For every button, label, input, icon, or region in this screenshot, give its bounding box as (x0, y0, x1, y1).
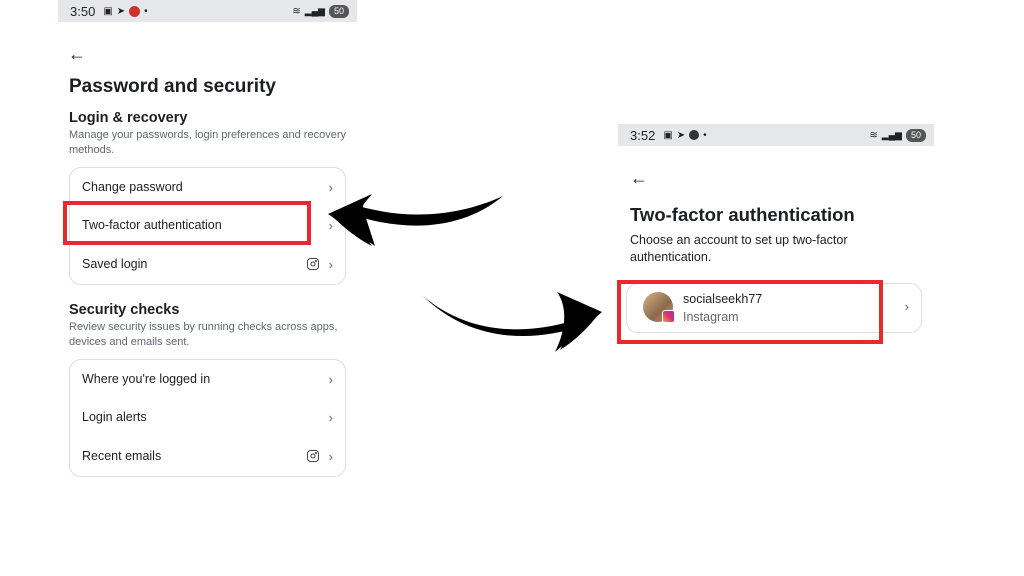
chevron-right-icon: › (328, 179, 333, 195)
login-section-description: Manage your passwords, login preferences… (69, 129, 346, 156)
chevron-right-icon: › (328, 409, 333, 425)
item-label: Where you're logged in (82, 372, 211, 386)
two-factor-highlight-box (63, 201, 311, 245)
dot-icon: • (144, 5, 148, 17)
security-section-heading: Security checks (69, 302, 180, 318)
back-arrow-icon[interactable]: ← (630, 168, 648, 189)
signal-icon: ▂▄▆ (881, 129, 902, 140)
page-title: Two-factor authentication (630, 204, 855, 225)
notification-icons: ▣ ➤ • (103, 5, 148, 17)
whatsapp-icon (689, 130, 700, 140)
status-time: 3:50 (70, 3, 96, 19)
instagram-icon (306, 258, 319, 270)
chevron-right-icon: › (328, 448, 333, 464)
login-alerts-item[interactable]: Login alerts › (70, 398, 345, 436)
security-section-description: Review security issues by running checks… (69, 321, 338, 348)
page-description: Choose an account to set up two-factor a… (630, 233, 848, 264)
two-factor-sheet: ← Two-factor authentication Choose an ac… (618, 146, 934, 384)
status-bar: 3:52 ▣ ➤ • ≋ ▂▄▆ 50 (618, 124, 934, 146)
status-bar: 3:50 ▣ ➤ • ≋ ▂▄▆ 50 (58, 0, 357, 22)
page-title: Password and security (69, 76, 276, 97)
battery-icon: 50 (905, 128, 926, 142)
wifi-icon: ≋ (292, 5, 301, 17)
item-label: Login alerts (82, 410, 147, 424)
screenshot-icon: ▣ (663, 129, 673, 141)
telegram-icon: ➤ (116, 5, 126, 17)
telegram-icon: ➤ (676, 129, 686, 141)
recent-emails-item[interactable]: Recent emails › (70, 437, 345, 475)
chevron-right-icon: › (328, 256, 333, 272)
chevron-right-icon: › (904, 299, 909, 314)
right-pointing-arrow-icon (423, 292, 602, 352)
left-phone-screen: 3:50 ▣ ➤ • ≋ ▂▄▆ 50 ← Password and secur… (58, 0, 357, 492)
system-icons: ≋ ▂▄▆ 50 (292, 4, 349, 18)
screenshot-icon: ▣ (103, 5, 113, 17)
item-label: Change password (82, 180, 183, 194)
right-phone-screen: 3:52 ▣ ➤ • ≋ ▂▄▆ 50 ← Two-factor authent… (618, 124, 934, 384)
app-badge-icon (129, 5, 141, 17)
battery-icon: 50 (328, 4, 349, 18)
dot-icon: • (703, 129, 707, 141)
wifi-icon: ≋ (869, 129, 878, 141)
security-checks-card: Where you're logged in › Login alerts › … (69, 359, 346, 477)
back-arrow-icon[interactable]: ← (68, 44, 86, 65)
chevron-right-icon: › (328, 371, 333, 387)
settings-sheet: ← Password and security Login & recovery… (58, 22, 357, 492)
item-label: Saved login (82, 257, 148, 271)
saved-login-item[interactable]: Saved login › (70, 245, 345, 283)
account-highlight-box (617, 280, 883, 344)
notification-icons: ▣ ➤ • (663, 130, 706, 141)
login-section-heading: Login & recovery (69, 110, 188, 126)
chevron-right-icon: › (328, 217, 333, 233)
system-icons: ≋ ▂▄▆ 50 (869, 128, 926, 142)
status-time: 3:52 (630, 127, 656, 143)
item-label: Recent emails (82, 449, 162, 463)
instagram-icon (306, 450, 319, 462)
where-logged-in-item[interactable]: Where you're logged in › (70, 360, 345, 398)
signal-icon: ▂▄▆ (304, 5, 325, 16)
